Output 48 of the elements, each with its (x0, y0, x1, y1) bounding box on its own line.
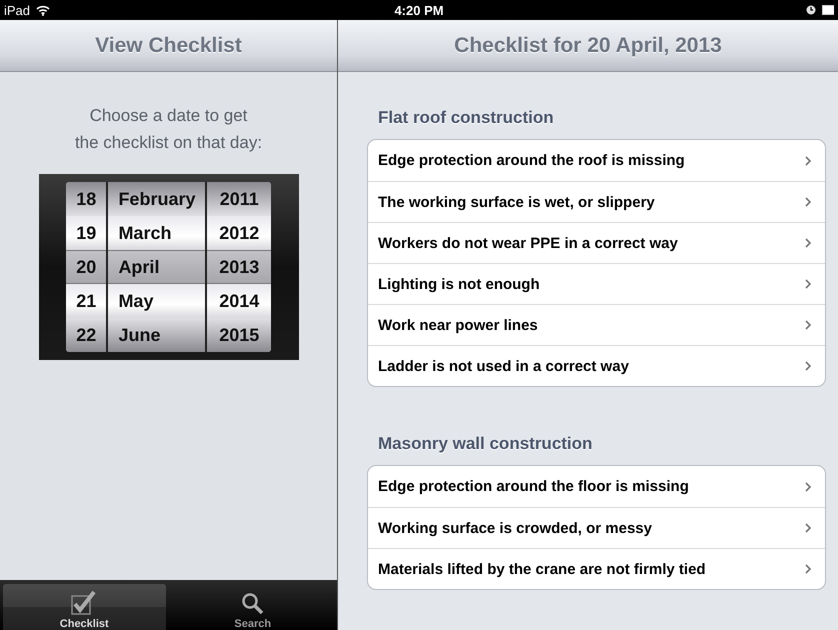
chevron-icon (805, 279, 811, 289)
hazard-row[interactable]: Working surface is crowded, or messy (368, 507, 825, 548)
hazard-row[interactable]: Edge protection around the roof is missing (368, 140, 825, 181)
picker-option[interactable]: 21 (66, 284, 106, 318)
device-name: iPad (4, 2, 30, 18)
tab-bar-item[interactable]: Checklist (3, 584, 166, 630)
picker-option[interactable]: 2013 (207, 250, 271, 284)
section-header: Flat roof construction (377, 108, 555, 128)
picker-option[interactable]: March (108, 216, 206, 250)
picker-option[interactable]: May (108, 284, 206, 318)
picker-option[interactable]: 2015 (207, 318, 271, 352)
hazard-row[interactable]: Ladder is not used in a correct way (368, 345, 825, 386)
picker-option[interactable]: April (108, 250, 206, 284)
clock-time: 4:20 PM (394, 2, 444, 18)
picker-option[interactable]: 2012 (207, 216, 271, 250)
tab-bar-item[interactable]: Search (172, 584, 334, 630)
checkbox-icon (70, 590, 98, 616)
chevron-icon (805, 482, 811, 492)
alarm-icon (806, 5, 816, 15)
hazard-row[interactable]: Workers do not wear PPE in a correct way (368, 222, 825, 263)
navigation-title: Checklist for 20 April, 2013 (338, 20, 838, 72)
date-picker[interactable]: 18 19 20 21 22 February March April May June 2011 2012 2013 2014 2015 (38, 174, 298, 360)
hazard-row[interactable]: Edge protection around the floor is missing (368, 466, 825, 507)
picker-option[interactable]: 2014 (207, 284, 271, 318)
hazard-row[interactable]: Materials lifted by the crane are not firmly tied (368, 548, 825, 589)
picker-option[interactable]: 2011 (207, 182, 271, 216)
chevron-icon (805, 320, 811, 330)
chevron-icon (805, 523, 811, 533)
chevron-icon (805, 238, 811, 248)
picker-option[interactable]: 20 (66, 250, 106, 284)
search-icon (240, 592, 266, 616)
navigation-title: View Checklist (0, 20, 337, 72)
hazard-row[interactable]: The working surface is wet, or slippery (368, 181, 825, 222)
hazard-row[interactable]: Work near power lines (368, 304, 825, 345)
picker-option[interactable]: 19 (66, 216, 106, 250)
picker-option[interactable]: 18 (66, 182, 106, 216)
battery-icon (822, 5, 834, 15)
picker-option[interactable]: 22 (66, 318, 106, 352)
instruction-text: Choose a date to get the checklist on that day: (74, 105, 262, 154)
chevron-icon (805, 564, 811, 574)
chevron-icon (805, 361, 811, 371)
chevron-icon (805, 197, 811, 207)
chevron-icon (805, 156, 811, 166)
picker-option[interactable]: February (108, 182, 206, 216)
picker-option[interactable]: June (108, 318, 206, 352)
wifi-icon (36, 4, 50, 16)
section-header: Masonry wall construction (377, 434, 594, 454)
hazard-row[interactable]: Lighting is not enough (368, 263, 825, 304)
